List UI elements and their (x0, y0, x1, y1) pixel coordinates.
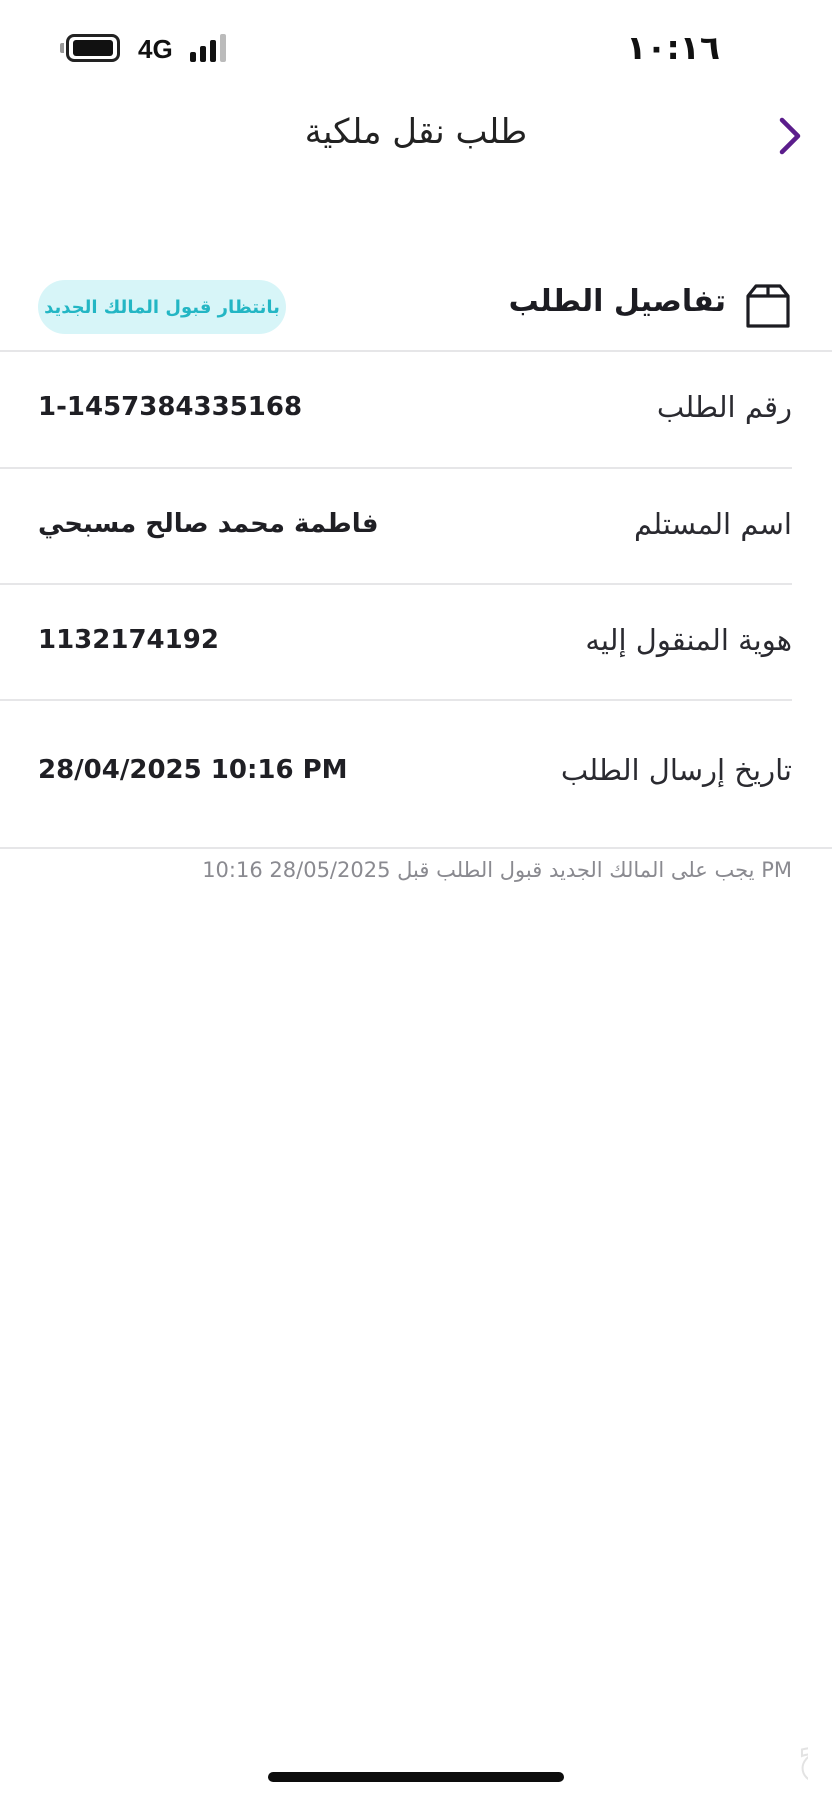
submission-date-label: تاريخ إرسال الطلب (560, 753, 792, 787)
section-bottom-divider (0, 847, 832, 849)
home-indicator[interactable] (268, 1772, 564, 1782)
recipient-id-label: هوية المنقول إليه (585, 623, 792, 657)
detail-row-submission-date: تاريخ إرسال الطلب 28/04/2025 10:16 PM (0, 701, 832, 847)
nav-bar: طلب نقل ملكية (0, 100, 832, 170)
status-time: ١٠:١٦ (626, 28, 720, 67)
detail-row-request-number: رقم الطلب 1-1457384335168 (0, 352, 832, 468)
haraj-watermark-logo: حراج (797, 1722, 808, 1784)
recipient-id-value: 1132174192 (38, 625, 219, 655)
network-type: 4G (138, 34, 173, 64)
recipient-name-label: اسم المستلم (633, 507, 792, 541)
recipient-name-value: فاطمة محمد صالح مسبحي (38, 509, 379, 539)
status-bar: 4G ١٠:١٦ (0, 0, 832, 100)
chevron-right-icon (779, 117, 801, 155)
signal-icon (190, 34, 236, 62)
detail-row-recipient-name: اسم المستلم فاطمة محمد صالح مسبحي (0, 469, 832, 585)
request-number-label: رقم الطلب (656, 390, 792, 424)
section-header: تفاصيل الطلب بانتظار قبول المالك الجديد (0, 270, 832, 350)
detail-row-recipient-id: هوية المنقول إليه 1132174192 (0, 585, 832, 701)
battery-tip (60, 43, 64, 53)
request-number-value: 1-1457384335168 (38, 392, 303, 422)
back-button[interactable] (770, 114, 810, 158)
battery-icon (66, 34, 120, 62)
submission-date-value: 28/04/2025 10:16 PM (38, 755, 348, 785)
status-badge: بانتظار قبول المالك الجديد (38, 280, 286, 334)
page-title: طلب نقل ملكية (304, 112, 528, 152)
svg-text:حراج: حراج (798, 1723, 808, 1783)
box-icon (746, 284, 790, 328)
section-title: تفاصيل الطلب (508, 284, 726, 319)
acceptance-deadline-note: يجب على المالك الجديد قبول الطلب قبل 28/… (202, 858, 792, 882)
